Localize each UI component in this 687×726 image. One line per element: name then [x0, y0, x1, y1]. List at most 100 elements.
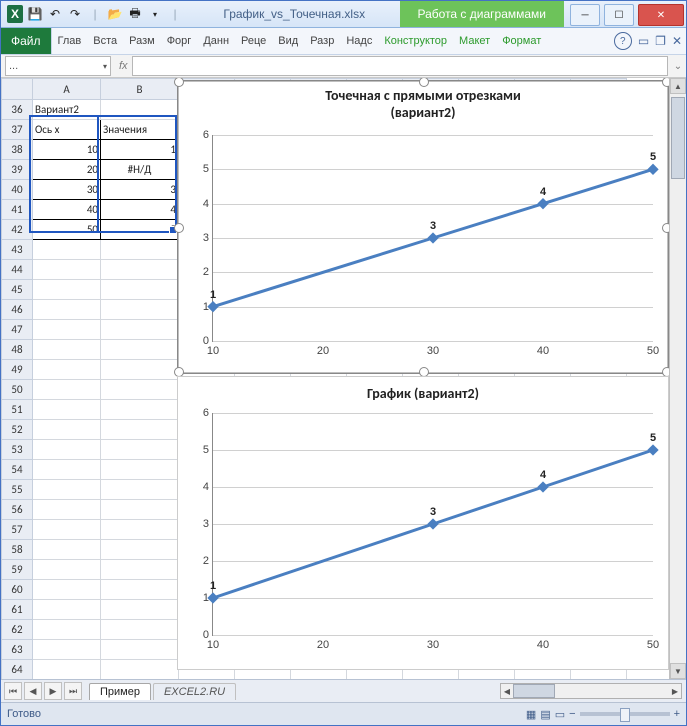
sheet-tab-active[interactable]: Пример — [89, 683, 151, 700]
row-header[interactable]: 53 — [2, 440, 33, 460]
cell[interactable] — [101, 380, 179, 400]
cell[interactable] — [101, 480, 179, 500]
cell[interactable]: Значения — [101, 120, 179, 140]
cell[interactable] — [101, 240, 179, 260]
zoom-slider[interactable] — [580, 712, 670, 716]
cell[interactable]: 5 — [101, 220, 179, 240]
file-tab[interactable]: Файл — [1, 28, 52, 54]
row-header[interactable]: 64 — [2, 660, 33, 680]
cell[interactable] — [33, 560, 101, 580]
tab-review[interactable]: Реце — [235, 28, 272, 54]
row-header[interactable]: 46 — [2, 300, 33, 320]
tab-layout[interactable]: Разм — [123, 28, 161, 54]
row-header[interactable]: 62 — [2, 620, 33, 640]
sheet-nav-last-icon[interactable]: ⏭ — [64, 682, 82, 700]
cell[interactable]: 3 — [101, 180, 179, 200]
cell[interactable]: 4 — [101, 200, 179, 220]
sheet-nav-first-icon[interactable]: ⏮ — [4, 682, 22, 700]
row-header[interactable]: 59 — [2, 560, 33, 580]
tab-view[interactable]: Вид — [272, 28, 304, 54]
row-header[interactable]: 63 — [2, 640, 33, 660]
row-header[interactable]: 56 — [2, 500, 33, 520]
cell[interactable] — [33, 620, 101, 640]
tab-data[interactable]: Данн — [197, 28, 235, 54]
view-pagebreak-icon[interactable]: ▭ — [555, 708, 565, 721]
minimize-button[interactable]: ─ — [570, 4, 600, 26]
row-header[interactable]: 60 — [2, 580, 33, 600]
row-header[interactable]: 55 — [2, 480, 33, 500]
row-header[interactable]: 42 — [2, 220, 33, 240]
row-header[interactable]: 38 — [2, 140, 33, 160]
row-header[interactable]: 40 — [2, 180, 33, 200]
close-button[interactable]: ✕ — [638, 4, 684, 26]
cell[interactable] — [33, 260, 101, 280]
formula-input[interactable] — [132, 56, 668, 76]
row-header[interactable]: 41 — [2, 200, 33, 220]
scroll-up-icon[interactable]: ▲ — [670, 78, 686, 94]
cell[interactable]: 50 — [33, 220, 101, 240]
cell[interactable] — [101, 580, 179, 600]
tab-insert[interactable]: Вста — [87, 28, 123, 54]
cell[interactable] — [101, 600, 179, 620]
worksheet-area[interactable]: A B C D E F G H I J 36Вариант237Ось xЗна… — [1, 78, 686, 679]
cell[interactable] — [101, 320, 179, 340]
tab-home[interactable]: Глав — [52, 28, 88, 54]
col-A[interactable]: A — [33, 79, 101, 100]
cell[interactable] — [33, 460, 101, 480]
cell[interactable] — [101, 540, 179, 560]
cell[interactable] — [33, 660, 101, 680]
cell[interactable] — [33, 380, 101, 400]
row-header[interactable]: 47 — [2, 320, 33, 340]
qat-dropdown-icon[interactable]: ▾ — [146, 5, 164, 23]
chart-handle[interactable] — [174, 78, 184, 87]
cell[interactable] — [33, 280, 101, 300]
row-header[interactable]: 61 — [2, 600, 33, 620]
scroll-down-icon[interactable]: ▼ — [670, 663, 686, 679]
tab-formulas[interactable]: Форг — [161, 28, 198, 54]
cell[interactable] — [101, 660, 179, 680]
inner-restore-icon[interactable]: ❐ — [655, 34, 666, 48]
cell[interactable] — [33, 480, 101, 500]
cell[interactable] — [101, 460, 179, 480]
cell[interactable] — [33, 580, 101, 600]
cell[interactable] — [33, 600, 101, 620]
help-icon[interactable]: ? — [614, 32, 632, 50]
cell[interactable]: Вариант2 — [33, 100, 101, 120]
cell[interactable] — [101, 420, 179, 440]
tab-chart-design[interactable]: Конструктор — [378, 28, 453, 54]
row-header[interactable]: 48 — [2, 340, 33, 360]
row-header[interactable]: 43 — [2, 240, 33, 260]
save-icon[interactable]: 💾 — [26, 5, 44, 23]
row-header[interactable]: 58 — [2, 540, 33, 560]
chart-scatter[interactable]: Точечная с прямыми отрезками (вариант2) … — [177, 80, 669, 374]
open-icon[interactable]: 📂 — [106, 5, 124, 23]
cell[interactable] — [33, 320, 101, 340]
cell[interactable] — [33, 300, 101, 320]
cell[interactable] — [33, 420, 101, 440]
cell[interactable]: Ось x — [33, 120, 101, 140]
redo-icon[interactable]: ↷ — [66, 5, 84, 23]
row-header[interactable]: 52 — [2, 420, 33, 440]
chart-handle[interactable] — [419, 78, 429, 87]
row-header[interactable]: 51 — [2, 400, 33, 420]
cell[interactable] — [33, 540, 101, 560]
cell[interactable] — [101, 440, 179, 460]
cell[interactable] — [33, 240, 101, 260]
formula-expand-icon[interactable]: ⌄ — [670, 61, 686, 72]
cell[interactable] — [33, 500, 101, 520]
cell[interactable]: 1 — [101, 140, 179, 160]
sheet-nav-prev-icon[interactable]: ◀ — [24, 682, 42, 700]
cell[interactable] — [33, 360, 101, 380]
cell[interactable] — [101, 640, 179, 660]
tab-chart-format[interactable]: Формат — [496, 28, 547, 54]
cell[interactable] — [33, 520, 101, 540]
cell[interactable] — [101, 520, 179, 540]
scroll-thumb[interactable] — [671, 97, 685, 179]
row-header[interactable]: 39 — [2, 160, 33, 180]
chart-line[interactable]: График (вариант2) 012345610203040501345 — [177, 376, 669, 670]
cell[interactable] — [101, 300, 179, 320]
cell[interactable] — [101, 620, 179, 640]
row-header[interactable]: 37 — [2, 120, 33, 140]
cell[interactable] — [101, 100, 179, 120]
cell[interactable] — [33, 640, 101, 660]
